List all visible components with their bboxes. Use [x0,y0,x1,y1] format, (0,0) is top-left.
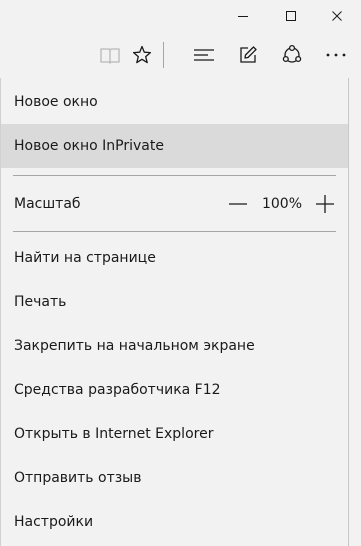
menu-item-label: Средства разработчика F12 [14,382,221,398]
browser-toolbar [0,32,361,78]
minus-icon [229,203,247,205]
menu-item-label: Отправить отзыв [14,470,142,486]
menu-item-settings[interactable]: Настройки [1,500,348,544]
menu-item-label: Новое окно InPrivate [14,138,164,154]
hub-button[interactable] [182,32,226,78]
more-actions-menu: Новое окно Новое окно InPrivate Масштаб … [0,78,349,546]
menu-item-send-feedback[interactable]: Отправить отзыв [1,456,348,500]
more-icon [326,53,346,57]
menu-item-label: Найти на странице [14,250,156,266]
toolbar-separator [163,42,164,68]
menu-item-new-window[interactable]: Новое окно [1,80,348,124]
menu-item-print[interactable]: Печать [1,280,348,324]
minimize-button[interactable] [220,0,266,32]
menu-item-find-on-page[interactable]: Найти на странице [1,236,348,280]
favorites-button[interactable] [120,32,164,78]
title-bar [0,0,361,32]
plus-icon [316,195,334,213]
maximize-button[interactable] [268,0,314,32]
share-button[interactable] [270,32,314,78]
more-button[interactable] [314,32,358,78]
menu-item-pin-to-start[interactable]: Закрепить на начальном экране [1,324,348,368]
menu-item-label: Открыть в Internet Explorer [14,426,214,442]
menu-item-label: Печать [14,294,67,310]
menu-item-new-inprivate-window[interactable]: Новое окно InPrivate [1,124,348,168]
maximize-icon [286,11,296,21]
web-note-button[interactable] [226,32,270,78]
reading-view-icon [100,48,120,64]
menu-item-open-in-ie[interactable]: Открыть в Internet Explorer [1,412,348,456]
zoom-in-button[interactable] [310,189,340,219]
menu-item-developer-tools[interactable]: Средства разработчика F12 [1,368,348,412]
zoom-level: 100% [261,196,303,212]
share-icon [282,44,302,63]
menu-item-label: Настройки [14,514,94,530]
zoom-row: Масштаб 100% [1,182,348,226]
minimize-icon [238,16,248,17]
star-icon [132,45,152,64]
menu-separator [13,175,336,176]
hub-icon [194,49,214,61]
menu-separator [13,231,336,232]
close-button[interactable] [314,0,360,32]
close-icon [332,11,342,21]
menu-item-label: Новое окно [14,94,98,110]
menu-item-label: Закрепить на начальном экране [14,338,255,354]
web-note-icon [240,46,257,63]
zoom-label: Масштаб [14,196,81,212]
zoom-out-button[interactable] [223,189,253,219]
